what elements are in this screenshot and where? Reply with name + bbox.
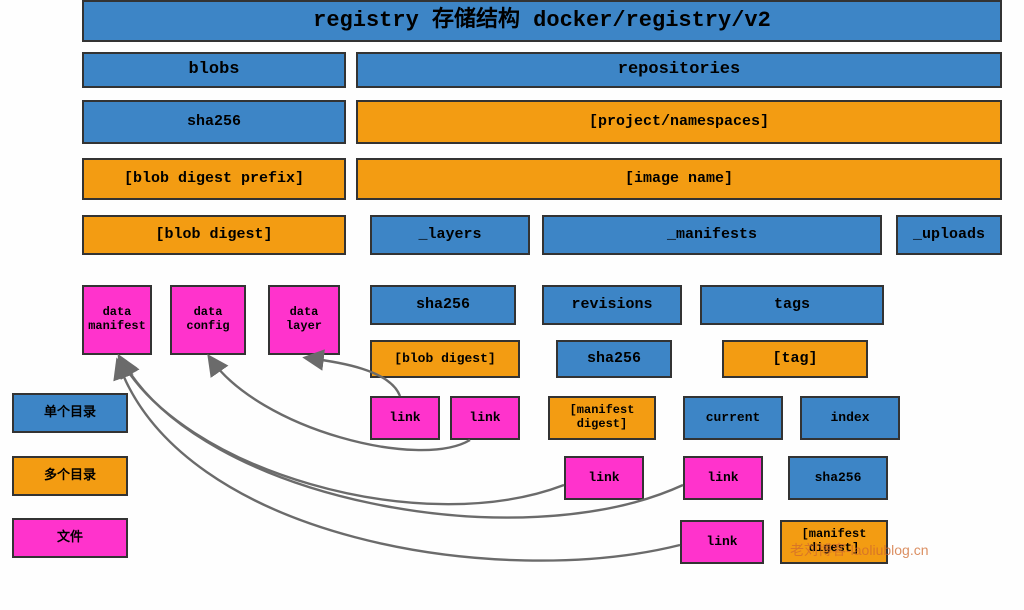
node-layers-link2: link — [450, 396, 520, 440]
node-current-link: link — [683, 456, 763, 500]
node-current: current — [683, 396, 783, 440]
legend-single-dir: 单个目录 — [12, 393, 128, 433]
node-layers-blob-digest: [blob digest] — [370, 340, 520, 378]
node-manifests: _manifests — [542, 215, 882, 255]
node-tag: [tag] — [722, 340, 868, 378]
watermark: 老刘博客-laoliublog.cn — [790, 540, 929, 560]
node-revisions-link: link — [564, 456, 644, 500]
node-index: index — [800, 396, 900, 440]
node-index-sha256: sha256 — [788, 456, 888, 500]
node-uploads: _uploads — [896, 215, 1002, 255]
node-layers: _layers — [370, 215, 530, 255]
legend-file: 文件 — [12, 518, 128, 558]
node-repositories: repositories — [356, 52, 1002, 88]
node-data-manifest: data manifest — [82, 285, 152, 355]
node-manifest-digest: [manifest digest] — [548, 396, 656, 440]
node-layers-link1: link — [370, 396, 440, 440]
node-project-namespaces: [project/namespaces] — [356, 100, 1002, 144]
node-blob-digest: [blob digest] — [82, 215, 346, 255]
node-image-name: [image name] — [356, 158, 1002, 200]
node-index-link: link — [680, 520, 764, 564]
node-data-config: data config — [170, 285, 246, 355]
legend-multi-dir: 多个目录 — [12, 456, 128, 496]
node-blobs: blobs — [82, 52, 346, 88]
node-data-layer: data layer — [268, 285, 340, 355]
node-sha256-blobs: sha256 — [82, 100, 346, 144]
title-bar: registry 存储结构 docker/registry/v2 — [82, 0, 1002, 42]
node-revisions-sha256: sha256 — [556, 340, 672, 378]
node-layers-sha256: sha256 — [370, 285, 516, 325]
node-blob-digest-prefix: [blob digest prefix] — [82, 158, 346, 200]
node-revisions: revisions — [542, 285, 682, 325]
node-tags: tags — [700, 285, 884, 325]
